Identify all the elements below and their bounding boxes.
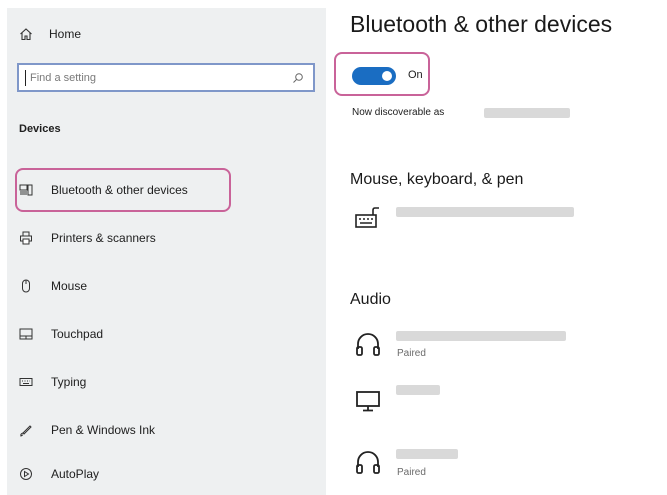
home-label: Home <box>49 27 82 41</box>
sidebar-item-label: Printers & scanners <box>51 231 156 245</box>
section-title-devices: Devices <box>19 123 61 135</box>
discoverable-label: Now discoverable as <box>352 107 445 118</box>
sidebar-item-label: Pen & Windows Ink <box>51 423 156 437</box>
headphones-icon <box>354 448 382 476</box>
bluetooth-toggle[interactable] <box>352 67 396 85</box>
section-title-mouse-keyboard-pen: Mouse, keyboard, & pen <box>350 171 524 188</box>
keyboard-device-icon <box>354 205 382 231</box>
redacted-audio-device-name-2 <box>396 449 458 459</box>
bluetooth-devices-icon <box>17 181 35 199</box>
mouse-icon <box>17 277 35 295</box>
redacted-monitor-name <box>396 385 440 395</box>
settings-window: Home Devices Bluetooth & other devices P… <box>0 0 667 495</box>
page-title: Bluetooth & other devices <box>350 11 613 37</box>
pen-icon <box>17 421 35 439</box>
device-status: Paired <box>397 348 426 359</box>
sidebar-item-mouse[interactable]: Mouse <box>17 275 87 297</box>
monitor-icon <box>354 388 382 414</box>
redacted-device-name <box>484 108 570 118</box>
sidebar-item-label: Touchpad <box>51 327 104 341</box>
sidebar-item-typing[interactable]: Typing <box>17 371 86 393</box>
sidebar-item-label: Bluetooth & other devices <box>51 183 188 197</box>
search-icon[interactable] <box>291 71 305 85</box>
sidebar-item-printers[interactable]: Printers & scanners <box>17 227 156 249</box>
sidebar-item-bluetooth[interactable]: Bluetooth & other devices <box>17 179 188 201</box>
toggle-knob <box>382 71 392 81</box>
sidebar: Home Devices Bluetooth & other devices P… <box>7 8 326 495</box>
printer-icon <box>17 229 35 247</box>
touchpad-icon <box>17 325 35 343</box>
autoplay-icon <box>17 465 35 483</box>
sidebar-item-pen[interactable]: Pen & Windows Ink <box>17 419 155 441</box>
home-icon <box>17 25 35 43</box>
search-input[interactable] <box>25 69 291 86</box>
keyboard-icon <box>17 373 35 391</box>
home-nav-item[interactable]: Home <box>17 24 81 44</box>
section-title-audio: Audio <box>350 291 391 308</box>
sidebar-item-autoplay[interactable]: AutoPlay <box>17 463 99 485</box>
main-content: Bluetooth & other devices On Now discove… <box>326 0 667 495</box>
sidebar-item-label: Mouse <box>51 279 88 293</box>
search-box[interactable] <box>17 63 315 92</box>
redacted-keyboard-name <box>396 207 574 217</box>
redacted-audio-device-name <box>396 331 566 341</box>
sidebar-item-label: AutoPlay <box>51 467 100 481</box>
headphones-icon <box>354 330 382 358</box>
sidebar-item-touchpad[interactable]: Touchpad <box>17 323 103 345</box>
sidebar-item-label: Typing <box>51 375 87 389</box>
device-status: Paired <box>397 467 426 478</box>
toggle-state-label: On <box>408 69 423 81</box>
